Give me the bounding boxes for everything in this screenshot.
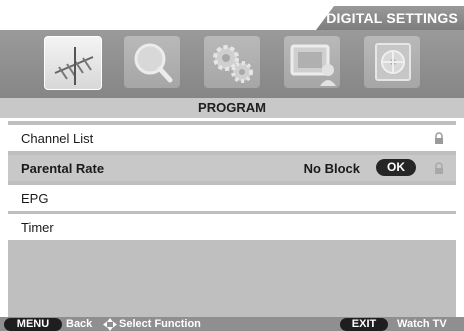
menu-item-parental-rate[interactable]: Parental Rate No Block OK [8, 155, 456, 181]
tab-display[interactable] [284, 36, 340, 88]
magnifier-icon [134, 43, 173, 83]
monitor-person-icon [290, 44, 336, 86]
menu-item-label: EPG [21, 191, 49, 206]
lock-icon [435, 132, 443, 144]
tab-settings[interactable] [204, 36, 260, 88]
menu-item-label: Channel List [21, 131, 94, 146]
lock-icon [435, 162, 443, 174]
menu-item-channel-list[interactable]: Channel List [8, 125, 456, 151]
gears-icon [213, 45, 253, 83]
tab-search[interactable] [124, 36, 180, 88]
watch-tv-hint: Watch TV [397, 318, 447, 330]
ok-button[interactable]: OK [376, 159, 416, 176]
select-function-hint: Select Function [119, 318, 201, 330]
section-title: PROGRAM [198, 100, 266, 115]
category-icon-bar [0, 30, 464, 98]
menu-item-label: Timer [21, 220, 54, 235]
exit-key-badge[interactable]: EXIT [340, 318, 388, 331]
antenna-icon [54, 47, 94, 85]
tab-media[interactable] [364, 36, 420, 88]
parental-rate-value: No Block [303, 161, 360, 176]
menu-key-badge[interactable]: MENU [4, 318, 62, 331]
dpad-arrows-icon [103, 318, 117, 331]
page-title: DIGITAL SETTINGS [326, 10, 458, 26]
menu-item-epg[interactable]: EPG [8, 185, 456, 211]
tab-antenna[interactable] [44, 36, 102, 90]
menu-item-timer[interactable]: Timer [8, 214, 456, 240]
film-reel-icon [375, 43, 411, 81]
back-hint: Back [66, 318, 93, 330]
menu-item-label: Parental Rate [21, 161, 105, 176]
